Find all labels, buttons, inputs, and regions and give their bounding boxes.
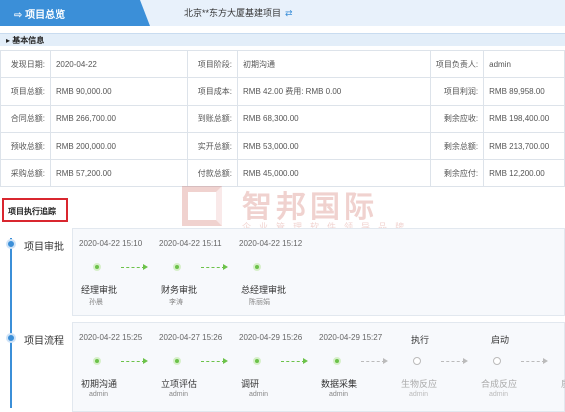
basic-info-title: ▸ 基本信息 [6,36,45,45]
info-value: RMB 12,200.00 [483,159,565,188]
overview-tab-label: ⇨ 项目总览 [14,10,66,21]
info-label: 项目利润: [429,77,485,106]
node-user: admin [89,391,109,398]
node-user: admin [249,391,269,398]
project-name: 北京**东方大厦基建项目 [184,8,282,18]
basic-info-table: 发现日期: 2020-04-22 项目阶段: 初期沟通 项目负责人: admin 项目总额:… [0,49,565,188]
stage-dot-icon [6,239,16,249]
info-row: 预收总额: RMB 200,000.00 实开总额: RMB 53,000.00 剩余总… [0,131,565,161]
info-row: 合同总额: RMB 266,700.00 到账总额: RMB 68,300.00 剩余应… [0,104,565,133]
info-value: RMB 42.00 费用: RMB 0.00 [237,77,431,106]
info-value: RMB 68,300.00 [237,104,431,133]
node-user: admin [409,391,429,398]
info-value: 2020-04-22 [49,49,189,79]
info-value: RMB 200,000.00 [49,131,189,161]
flow-arrow-icon [361,358,388,364]
node-name: 数据采集 [321,379,358,389]
info-label: 发现日期: [0,49,51,79]
info-label: 到账总额: [187,104,238,133]
node-name: 生物反应 [401,379,438,389]
node-name: 合成反应 [481,379,518,389]
node-name: 调研 [241,379,260,389]
node-user: admin [489,391,509,398]
info-value: RMB 213,700.00 [483,131,565,161]
node-time: 2020-04-22 15:12 [239,239,303,248]
node-time: 2020-04-22 15:25 [79,333,143,342]
completed-node-icon[interactable] [253,263,261,271]
info-label: 剩余应收: [429,104,485,133]
info-label: 项目阶段: [187,49,238,79]
tracking-title-box: 项目执行追踪 [2,198,68,222]
info-row: 项目总额: RMB 90,000.00 项目成本: RMB 42.00 费用: RMB… [0,77,565,106]
pending-node-icon[interactable] [413,357,421,365]
flow-arrow-icon [441,358,468,364]
stage-panel: 2020-04-22 15:25 初期沟通 admin 2020-04-27 15:2… [72,322,565,412]
completed-node-icon[interactable] [253,357,261,365]
tracking-title: 项目执行追踪 [8,207,56,216]
info-label: 预收总额: [0,131,51,161]
watermark-logo-icon [182,186,222,226]
node-name: 总经理审批 [241,285,287,295]
info-label: 项目负责人: [429,49,485,79]
flow-arrow-icon [121,264,148,270]
info-label: 采购总额: [0,159,51,188]
stage-dot-icon [6,333,16,343]
info-label: 项目总额: [0,77,51,106]
pending-node-icon[interactable] [493,357,501,365]
node-time: 2020-04-29 15:26 [239,333,303,342]
node-name: 质 [561,377,565,390]
stage-label: 项目审批 [24,242,64,253]
basic-info-header[interactable]: ▸ 基本信息 [0,33,565,46]
node-user: admin [169,391,189,398]
completed-node-icon[interactable] [173,263,181,271]
node-time: 2020-04-29 15:27 [319,333,383,342]
flow-arrow-icon [121,358,148,364]
stage-label: 项目流程 [24,336,64,347]
project-title: 北京**东方大厦基建项目 ⇄ [184,6,293,19]
node-time: 执行 [411,335,430,345]
info-label: 合同总额: [0,104,51,133]
info-row: 发现日期: 2020-04-22 项目阶段: 初期沟通 项目负责人: admin [0,49,565,79]
info-value: admin [483,49,565,79]
info-label: 剩余应付: [429,159,485,188]
node-user: 李涛 [169,299,183,306]
info-value: 初期沟通 [237,49,431,79]
top-bar: ⇨ 项目总览 北京**东方大厦基建项目 ⇄ [0,0,565,26]
node-time: 2020-04-27 15:26 [159,333,223,342]
completed-node-icon[interactable] [93,263,101,271]
info-value: RMB 57,200.00 [49,159,189,188]
info-label: 实开总额: [187,131,238,161]
info-label: 剩余总额: [429,131,485,161]
flow-arrow-icon [201,264,228,270]
stage-panel: 2020-04-22 15:10 经理审批孙晨 2020-04-22 15:11 财务… [72,228,565,316]
completed-node-icon[interactable] [93,357,101,365]
timeline-line [10,238,12,408]
switch-project-icon[interactable]: ⇄ [285,8,293,18]
flow-arrow-icon [281,358,308,364]
info-value: RMB 266,700.00 [49,104,189,133]
info-label: 付款总额: [187,159,238,188]
node-name: 立项评估 [161,379,198,389]
overview-tab[interactable]: ⇨ 项目总览 [0,0,150,26]
flow-arrow-icon [201,358,228,364]
node-name: 财务审批 [161,285,198,295]
completed-node-icon[interactable] [173,357,181,365]
completed-node-icon[interactable] [333,357,341,365]
info-label: 项目成本: [187,77,238,106]
info-value: RMB 90,000.00 [49,77,189,106]
node-user: admin [329,391,349,398]
node-user: 陈丽娟 [249,299,270,306]
info-value: RMB 53,000.00 [237,131,431,161]
info-value: RMB 89,958.00 [483,77,565,106]
node-name: 初期沟通 [81,379,118,389]
node-time: 启动 [491,335,510,345]
flow-arrow-icon [521,358,548,364]
node-name: 经理审批 [81,285,118,295]
info-value: RMB 198,400.00 [483,104,565,133]
node-time: 2020-04-22 15:11 [159,239,222,248]
node-user: 孙晨 [89,299,103,306]
node-time: 2020-04-22 15:10 [79,239,143,248]
